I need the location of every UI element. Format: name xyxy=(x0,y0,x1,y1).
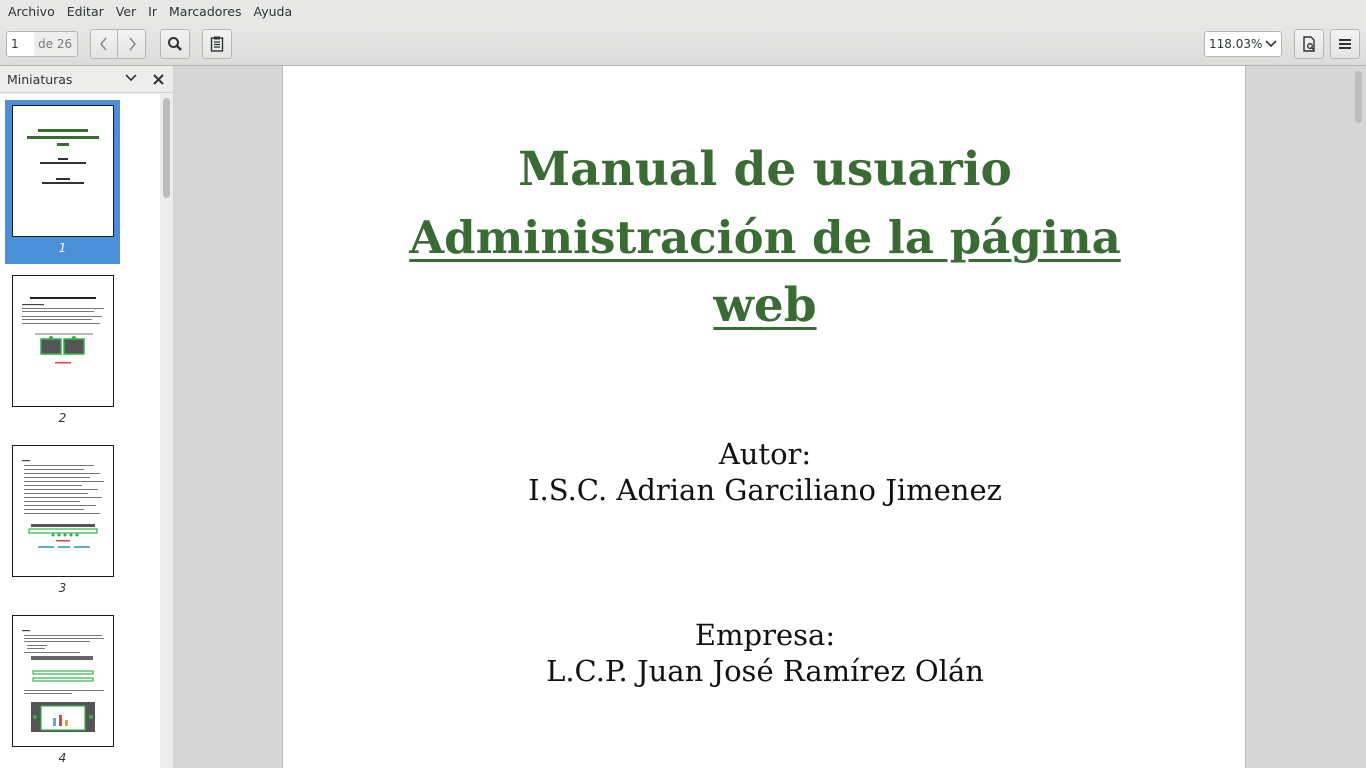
company-label: Empresa: xyxy=(694,618,836,652)
page-number-input[interactable]: 1 xyxy=(6,31,35,57)
toolbar: 1 de 26 118.03% xyxy=(0,23,1366,66)
menu-ver[interactable]: Ver xyxy=(110,0,142,23)
sidebar: Miniaturas 1 2 3 4 xyxy=(0,66,174,768)
menu-editar[interactable]: Editar xyxy=(61,0,110,23)
menu-bar: Archivo Editar Ver Ir Marcadores Ayuda xyxy=(0,0,1366,23)
zoom-select[interactable]: 118.03% xyxy=(1204,31,1282,57)
thumbnail-image xyxy=(12,105,114,237)
page-count-label: de 26 xyxy=(34,31,78,57)
author-name: I.S.C. Adrian Garciliano Jimenez xyxy=(528,473,1002,507)
search-button[interactable] xyxy=(160,29,190,59)
thumbnail-page-2[interactable]: 2 xyxy=(5,270,120,434)
chevron-left-icon xyxy=(99,37,107,51)
annotations-button[interactable] xyxy=(202,29,232,59)
document-properties-icon xyxy=(1303,36,1315,52)
document-title-line-3: web xyxy=(713,278,817,333)
thumbnail-number: 3 xyxy=(58,581,67,595)
thumbnail-number: 1 xyxy=(58,241,67,255)
menu-ir[interactable]: Ir xyxy=(142,0,163,23)
close-icon[interactable] xyxy=(153,74,164,85)
zoom-value: 118.03% xyxy=(1209,37,1263,51)
document-page: Manual de usuario Administración de la p… xyxy=(282,66,1246,768)
thumbnail-number: 2 xyxy=(58,411,67,425)
sidebar-scrollbar[interactable] xyxy=(160,94,173,768)
thumbnail-number: 4 xyxy=(58,751,67,765)
chevron-right-icon xyxy=(128,37,136,51)
hamburger-menu-icon xyxy=(1339,39,1351,49)
thumbnail-list: 1 2 3 4 xyxy=(0,94,160,768)
document-scrollbar-thumb[interactable] xyxy=(1355,71,1362,123)
document-properties-button[interactable] xyxy=(1294,29,1324,59)
document-view[interactable]: Manual de usuario Administración de la p… xyxy=(175,66,1366,768)
menu-ayuda[interactable]: Ayuda xyxy=(248,0,299,23)
page-2-preview xyxy=(22,297,104,364)
document-scrollbar[interactable] xyxy=(1352,66,1366,768)
chevron-down-icon xyxy=(1265,40,1277,48)
document-title-line-1: Manual de usuario xyxy=(518,142,1012,197)
company-name: L.C.P. Juan José Ramírez Olán xyxy=(546,654,984,688)
search-icon xyxy=(168,37,182,51)
sidebar-title[interactable]: Miniaturas xyxy=(7,72,72,87)
menu-marcadores[interactable]: Marcadores xyxy=(163,0,248,23)
sidebar-header: Miniaturas xyxy=(0,66,173,93)
previous-page-button[interactable] xyxy=(90,29,118,59)
author-label: Autor: xyxy=(718,437,812,471)
page-4-preview xyxy=(22,630,104,732)
page-1-preview xyxy=(27,129,99,184)
thumbnail-page-1[interactable]: 1 xyxy=(5,100,120,264)
chevron-down-icon[interactable] xyxy=(125,74,137,82)
thumbnail-image xyxy=(12,445,114,577)
menu-archivo[interactable]: Archivo xyxy=(2,0,61,23)
thumbnail-page-3[interactable]: 3 xyxy=(5,440,120,604)
clipboard-icon xyxy=(210,36,224,52)
document-title-line-2: Administración de la página xyxy=(409,211,1121,264)
thumbnail-page-4[interactable]: 4 xyxy=(5,610,120,768)
sidebar-scrollbar-thumb[interactable] xyxy=(163,98,170,198)
thumbnail-image xyxy=(12,275,114,407)
page-3-preview xyxy=(22,460,104,548)
next-page-button[interactable] xyxy=(117,29,146,59)
main-menu-button[interactable] xyxy=(1330,29,1360,59)
thumbnail-image xyxy=(12,615,114,747)
